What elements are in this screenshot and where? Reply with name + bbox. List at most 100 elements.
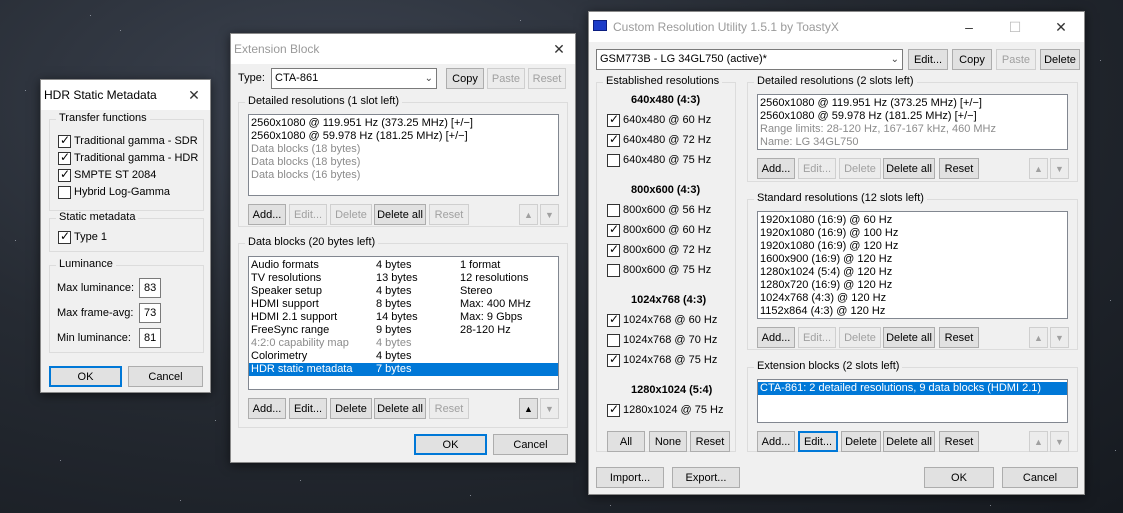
add-button[interactable]: Add... [248,204,286,225]
data-block-row[interactable]: HDR static metadata 7 bytes [249,363,558,376]
reset-button[interactable]: Reset [690,431,730,452]
copy-button[interactable]: Copy [952,49,992,70]
resolution-checkbox[interactable] [607,264,620,277]
arrow-up-icon[interactable]: ▲ [1029,327,1048,348]
detailed-resolutions-list[interactable]: 2560x1080 @ 119.951 Hz (373.25 MHz) [+/−… [248,114,559,196]
paste-button[interactable]: Paste [996,49,1036,70]
list-item[interactable]: 1280x1024 (5:4) @ 120 Hz [758,266,1067,279]
reset-button[interactable]: Reset [429,398,469,419]
resolution-checkbox[interactable] [607,154,620,167]
resolution-checkbox[interactable] [607,112,620,127]
list-item[interactable]: 1920x1080 (16:9) @ 100 Hz [758,227,1067,240]
import-button[interactable]: Import... [596,467,664,488]
cancel-button[interactable]: Cancel [493,434,568,455]
resolution-checkbox[interactable] [607,352,620,367]
edit-button[interactable]: Edit... [798,158,836,179]
data-block-row[interactable]: TV resolutions 13 bytes 12 resolutions [249,272,558,285]
list-item[interactable]: 2560x1080 @ 119.951 Hz (373.25 MHz) [+/−… [758,97,1067,110]
resolution-checkbox[interactable] [607,312,620,327]
detailed-resolutions-list[interactable]: 2560x1080 @ 119.951 Hz (373.25 MHz) [+/−… [757,94,1068,150]
edit-button[interactable]: Edit... [798,327,836,348]
list-item[interactable]: 1152x864 (4:3) @ 120 Hz [758,305,1067,318]
data-block-row[interactable]: HDMI support 8 bytes Max: 400 MHz [249,298,558,311]
all-button[interactable]: All [607,431,645,452]
resolution-checkbox[interactable] [607,132,620,147]
delete-button[interactable]: Delete [330,398,372,419]
transfer-checkbox[interactable] [58,186,71,199]
arrow-up-icon[interactable]: ▲ [1029,431,1048,452]
delete-all-button[interactable]: Delete all [883,431,935,452]
data-block-row[interactable]: Speaker setup 4 bytes Stereo [249,285,558,298]
maximize-icon[interactable]: ☐ [992,12,1038,42]
cancel-button[interactable]: Cancel [1002,467,1078,488]
data-block-row[interactable]: Colorimetry 4 bytes [249,350,558,363]
type-select[interactable]: CTA-861 ⌄ [271,68,437,89]
monitor-select[interactable]: GSM773B - LG 34GL750 (active)* ⌄ [596,49,903,70]
transfer-checkbox[interactable] [58,150,71,165]
data-block-row[interactable]: Audio formats 4 bytes 1 format [249,259,558,272]
edit-button[interactable]: Edit... [289,398,327,419]
list-item[interactable]: 1280x720 (16:9) @ 120 Hz [758,279,1067,292]
transfer-checkbox[interactable] [58,167,71,182]
ok-button[interactable]: OK [414,434,487,455]
list-item[interactable]: Name: LG 34GL750 [758,136,1067,149]
copy-button[interactable]: Copy [446,68,484,89]
delete-button[interactable]: Delete [330,204,372,225]
extension-blocks-list[interactable]: CTA-861: 2 detailed resolutions, 9 data … [757,379,1068,423]
standard-resolutions-list[interactable]: 1920x1080 (16:9) @ 60 Hz 1920x1080 (16:9)… [757,211,1068,319]
edit-button[interactable]: Edit... [798,431,838,452]
add-button[interactable]: Add... [757,158,795,179]
delete-button[interactable]: Delete [841,431,881,452]
arrow-down-icon[interactable]: ▼ [540,398,559,419]
none-button[interactable]: None [649,431,687,452]
close-icon[interactable]: ✕ [178,80,210,110]
resolution-checkbox[interactable] [607,222,620,237]
delete-button[interactable]: Delete [839,327,881,348]
ok-button[interactable]: OK [924,467,994,488]
data-block-row[interactable]: 4:2:0 capability map 4 bytes [249,337,558,350]
delete-all-button[interactable]: Delete all [374,398,426,419]
arrow-down-icon[interactable]: ▼ [1050,327,1069,348]
delete-all-button[interactable]: Delete all [883,327,935,348]
arrow-down-icon[interactable]: ▼ [540,204,559,225]
list-item[interactable]: 1600x900 (16:9) @ 120 Hz [758,253,1067,266]
reset-button[interactable]: Reset [939,327,979,348]
data-block-row[interactable]: FreeSync range 9 bytes 28-120 Hz [249,324,558,337]
list-item[interactable]: Range limits: 28-120 Hz, 167-167 kHz, 46… [758,123,1067,136]
ok-button[interactable]: OK [49,366,122,387]
max-frame-avg-field[interactable]: 73 [139,303,161,323]
add-button[interactable]: Add... [757,431,795,452]
edit-button[interactable]: Edit... [289,204,327,225]
list-item[interactable]: 1920x1080 (16:9) @ 60 Hz [758,214,1067,227]
paste-button[interactable]: Paste [487,68,525,89]
resolution-checkbox[interactable] [607,242,620,257]
edit-monitor-button[interactable]: Edit... [908,49,948,70]
list-item[interactable]: 1920x1080 (16:9) @ 120 Hz [758,240,1067,253]
delete-all-button[interactable]: Delete all [883,158,935,179]
add-button[interactable]: Add... [248,398,286,419]
list-item[interactable]: Data blocks (18 bytes) [249,143,558,156]
arrow-up-icon[interactable]: ▲ [519,398,538,419]
close-icon[interactable]: ✕ [543,34,575,64]
arrow-down-icon[interactable]: ▼ [1050,431,1069,452]
minimize-icon[interactable]: – [946,12,992,42]
delete-all-button[interactable]: Delete all [374,204,426,225]
cancel-button[interactable]: Cancel [128,366,203,387]
arrow-down-icon[interactable]: ▼ [1050,158,1069,179]
reset-button[interactable]: Reset [429,204,469,225]
data-block-row[interactable]: HDMI 2.1 support 14 bytes Max: 9 Gbps [249,311,558,324]
reset-button[interactable]: Reset [528,68,566,89]
close-icon[interactable]: ✕ [1038,12,1084,42]
list-item[interactable]: 1024x768 (4:3) @ 120 Hz [758,292,1067,305]
list-item[interactable]: 2560x1080 @ 119.951 Hz (373.25 MHz) [+/−… [249,117,558,130]
min-luminance-field[interactable]: 81 [139,328,161,348]
transfer-checkbox[interactable] [58,133,71,148]
arrow-up-icon[interactable]: ▲ [1029,158,1048,179]
arrow-up-icon[interactable]: ▲ [519,204,538,225]
export-button[interactable]: Export... [672,467,740,488]
list-item[interactable]: 2560x1080 @ 59.978 Hz (181.25 MHz) [+/−] [758,110,1067,123]
type1-checkbox[interactable] [58,229,71,244]
max-luminance-field[interactable]: 83 [139,278,161,298]
add-button[interactable]: Add... [757,327,795,348]
list-item[interactable]: CTA-861: 2 detailed resolutions, 9 data … [758,382,1067,395]
